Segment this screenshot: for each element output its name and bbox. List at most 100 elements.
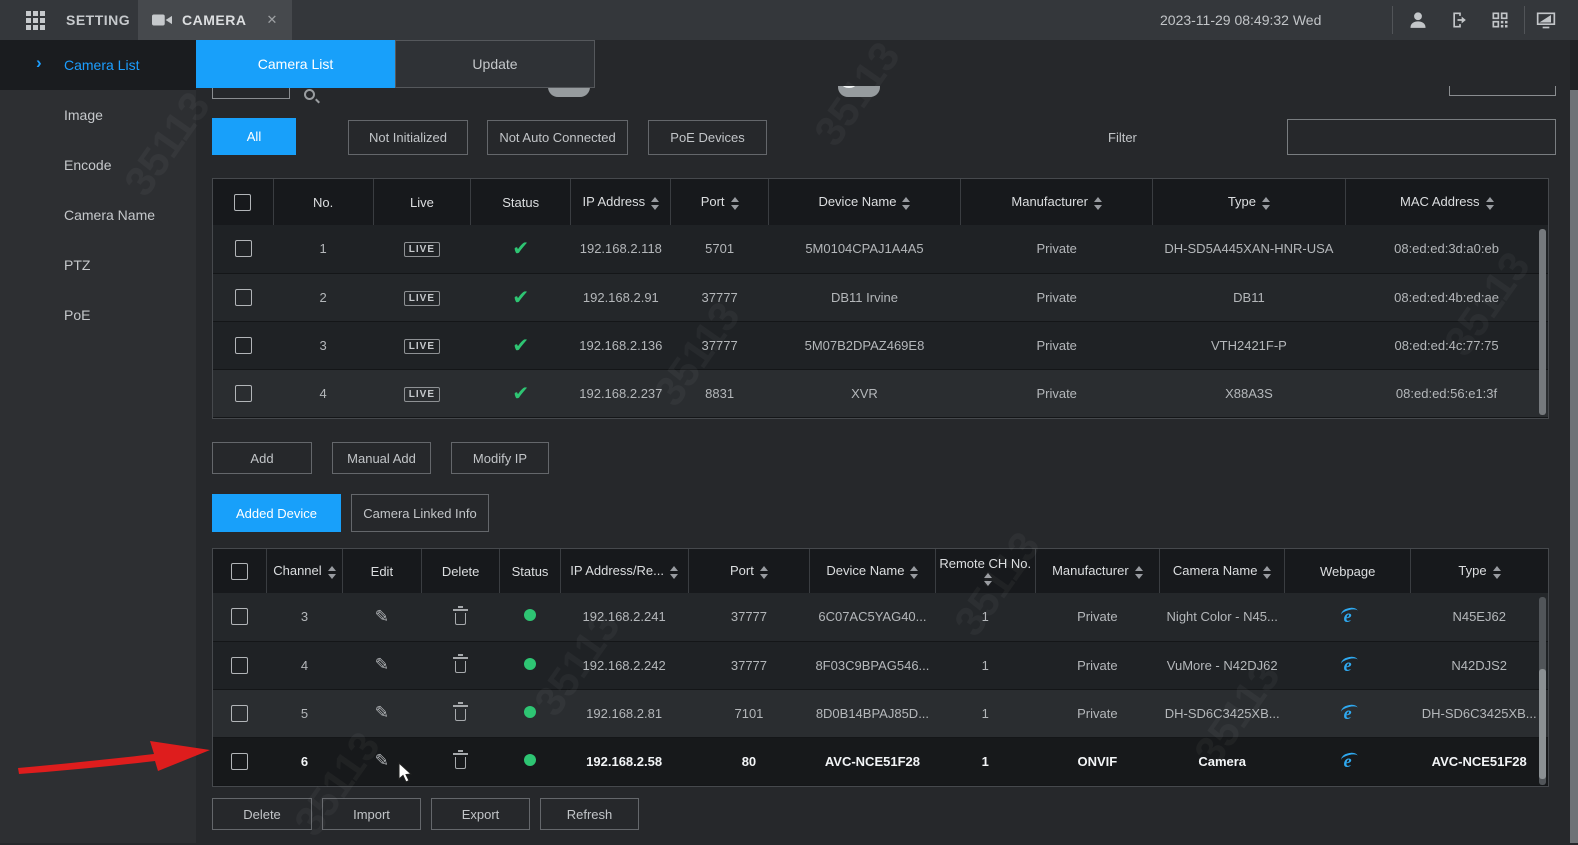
edit-pencil-icon[interactable]: ✎ [375,607,389,626]
cell-channel: 6 [266,737,342,785]
delete-trash-icon[interactable] [455,709,466,721]
added-table-header-remote-ch-no-[interactable]: Remote CH No. [935,549,1035,593]
device-table-header-manufacturer[interactable]: Manufacturer [961,179,1153,225]
table-scrollbar[interactable] [1539,229,1546,415]
checkbox[interactable] [231,563,248,580]
device-table-row: 4LIVE✔192.168.2.2378831XVRPrivateX88A3S0… [213,369,1548,417]
filter-input[interactable] [1287,119,1556,155]
refresh-button[interactable]: Refresh [540,798,639,830]
filter-not-auto-connected-button[interactable]: Not Auto Connected [487,120,628,155]
checkbox[interactable] [234,194,251,211]
row-checkbox[interactable] [235,337,252,354]
display-icon[interactable] [1536,10,1556,30]
added-table-header-ip-address-re-[interactable]: IP Address/Re... [560,549,688,593]
modify-ip-button[interactable]: Modify IP [451,442,549,474]
device-table-header-device-name[interactable]: Device Name [768,179,960,225]
live-badge[interactable]: LIVE [404,387,440,402]
webpage-ie-icon[interactable]: e [1344,606,1352,626]
row-checkbox[interactable] [235,240,252,257]
user-icon[interactable] [1408,10,1428,30]
added-table-header-channel[interactable]: Channel [266,549,342,593]
live-badge[interactable]: LIVE [404,291,440,306]
sort-icon[interactable] [1094,197,1102,210]
cell-device-name: XVR [768,369,960,417]
sort-icon[interactable] [1486,197,1494,210]
close-icon[interactable]: ✕ [266,12,277,28]
live-badge[interactable]: LIVE [404,339,440,354]
row-checkbox[interactable] [235,289,252,306]
sort-icon[interactable] [984,573,992,586]
added-table-header-type[interactable]: Type [1410,549,1548,593]
sort-icon[interactable] [328,566,336,579]
sidebar-item-poe[interactable]: PoE [0,290,196,340]
add-button[interactable]: Add [212,442,312,474]
sort-icon[interactable] [731,197,739,210]
delete-button[interactable]: Delete [212,798,312,830]
live-badge[interactable]: LIVE [404,242,440,257]
column-label: Manufacturer [1052,563,1129,578]
table-scrollbar[interactable] [1539,669,1546,779]
sort-icon[interactable] [1493,566,1501,579]
tab-camera-linked-info[interactable]: Camera Linked Info [351,494,489,532]
tab-update[interactable]: Update [395,40,595,88]
tab-added-device[interactable]: Added Device [212,494,341,532]
status-connected-icon: ✔ [512,287,529,309]
sort-icon[interactable] [651,197,659,210]
qrcode-icon[interactable] [1490,10,1510,30]
added-table-select-all-checkbox[interactable] [213,549,266,593]
webpage-ie-icon[interactable]: e [1344,655,1352,675]
tab-camera-list[interactable]: Camera List [196,40,395,88]
row-checkbox[interactable] [231,753,248,770]
logout-icon[interactable] [1450,10,1470,30]
search-icon[interactable] [304,89,315,100]
device-table-header-mac-address[interactable]: MAC Address [1345,179,1548,225]
topbar-divider [1524,6,1525,34]
sort-icon[interactable] [760,566,768,579]
sidebar-item-ptz[interactable]: PTZ [0,240,196,290]
added-table-header-camera-name[interactable]: Camera Name [1159,549,1284,593]
sidebar-item-image[interactable]: Image [0,90,196,140]
edit-pencil-icon[interactable]: ✎ [375,703,389,722]
sort-icon[interactable] [910,566,918,579]
export-button[interactable]: Export [431,798,530,830]
clipped-input[interactable] [1449,86,1556,96]
page-scrollbar[interactable] [1570,90,1578,843]
row-checkbox[interactable] [235,385,252,402]
row-checkbox[interactable] [231,657,248,674]
sidebar-item-label: PoE [64,307,90,323]
sort-icon[interactable] [1262,197,1270,210]
sort-icon[interactable] [1263,566,1271,579]
added-table-header-port[interactable]: Port [688,549,809,593]
import-button[interactable]: Import [322,798,421,830]
edit-pencil-icon[interactable]: ✎ [375,751,389,770]
added-table-header-device-name[interactable]: Device Name [810,549,935,593]
filter-not-initialized-button[interactable]: Not Initialized [348,120,468,155]
sort-icon[interactable] [1135,566,1143,579]
device-table-select-all-checkbox[interactable] [213,179,273,225]
device-table-header-ip-address[interactable]: IP Address [571,179,671,225]
delete-trash-icon[interactable] [455,757,466,769]
sort-icon[interactable] [902,197,910,210]
device-table-header-type[interactable]: Type [1153,179,1345,225]
filter-poe-devices-button[interactable]: PoE Devices [648,120,767,155]
row-checkbox[interactable] [231,705,248,722]
webpage-ie-icon[interactable]: e [1344,703,1352,723]
device-table-header-port[interactable]: Port [671,179,768,225]
delete-trash-icon[interactable] [455,613,466,625]
cell-manufacturer: Private [961,369,1153,417]
sidebar-item-encode[interactable]: Encode [0,140,196,190]
delete-trash-icon[interactable] [455,661,466,673]
added-table-header-edit: Edit [342,549,421,593]
clipped-toggle[interactable] [838,86,880,97]
manual-add-button[interactable]: Manual Add [332,442,431,474]
row-checkbox[interactable] [231,608,248,625]
edit-pencil-icon[interactable]: ✎ [375,655,389,674]
added-table-header-manufacturer[interactable]: Manufacturer [1035,549,1159,593]
apps-grid-icon[interactable] [26,11,45,30]
camera-window-tab[interactable]: CAMERA ✕ [138,0,292,40]
sidebar-item-camera-name[interactable]: Camera Name [0,190,196,240]
webpage-ie-icon[interactable]: e [1344,751,1352,771]
filter-all-button[interactable]: All [212,118,296,155]
sort-icon[interactable] [670,566,678,579]
sidebar-item-camera-list[interactable]: ›Camera List [0,40,196,90]
